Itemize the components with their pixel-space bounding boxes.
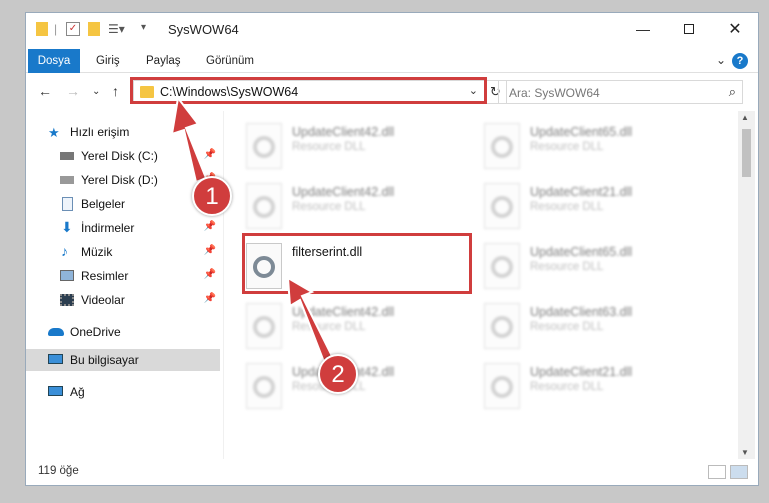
arrow-step-1 [170, 95, 208, 184]
step-badge-1: 1 [192, 176, 232, 216]
arrow-step-2 [286, 276, 334, 364]
annotation-arrows [170, 95, 334, 364]
step-badge-2: 2 [318, 354, 358, 394]
